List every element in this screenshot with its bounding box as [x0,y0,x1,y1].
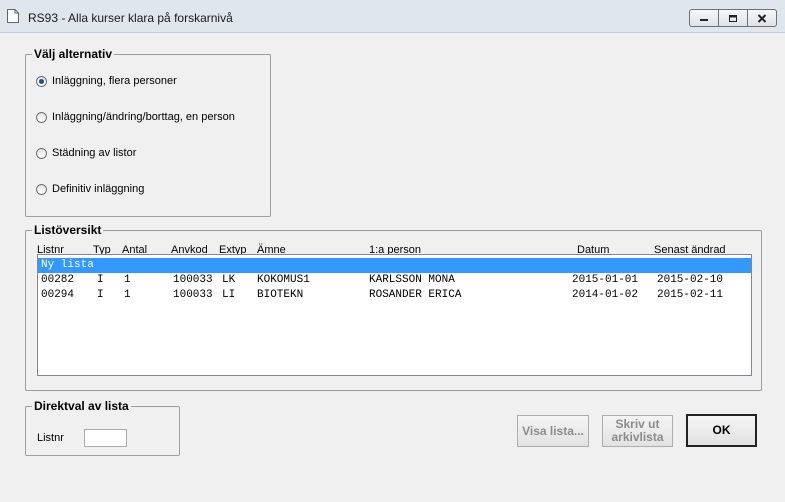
cell-amne: KOKOMUS1 [257,274,310,286]
radio-cleanup[interactable]: Städning av listor [36,147,136,159]
ok-button[interactable]: OK [686,414,757,447]
radio-label: Städning av listor [52,147,137,159]
app-icon [7,9,19,23]
cell-anvkod: 100033 [173,289,213,301]
radio-label: Definitiv inläggning [52,183,145,195]
radio-button[interactable] [36,75,47,87]
window-title: RS93 - Alla kurser klara på forskarnivå [28,11,233,25]
print-archive-list-button[interactable]: Skriv ut arkivlista [602,415,673,447]
cell-senast: 2015-02-11 [657,289,724,301]
maximize-button[interactable] [718,9,748,27]
radio-button[interactable] [36,183,47,195]
cell-datum: 2015-01-01 [572,274,639,286]
list-item[interactable]: 00282 I 1 100033 LK KOKOMUS1 KARLSSON MO… [38,273,751,288]
listnr-label: Listnr [37,432,64,444]
maximize-icon [729,14,737,22]
cell-datum: 2014-01-02 [572,289,639,301]
cell-listnr: 00282 [41,274,75,286]
options-legend: Välj alternativ [34,47,113,61]
new-list-label: Ny lista [41,259,94,271]
cell-typ: I [97,289,104,301]
cell-extyp: LI [222,289,236,301]
overview-legend: Listöversikt [34,223,102,237]
radio-multiple-persons[interactable]: Inläggning, flera personer [36,75,177,87]
listnr-input[interactable] [84,429,127,447]
direct-select-legend: Direktval av lista [34,399,129,413]
radio-label: Inläggning/ändring/borttag, en person [52,111,235,123]
direct-select-group: Direktval av lista [25,399,180,456]
close-icon [757,13,767,23]
cell-amne: BIOTEKN [257,289,304,301]
show-list-label: Visa lista... [522,423,584,438]
print-label-line2: arkivlista [611,430,664,444]
cell-antal: 1 [124,274,131,286]
radio-button[interactable] [36,111,47,123]
radio-single-person[interactable]: Inläggning/ändring/borttag, en person [36,111,235,123]
cell-senast: 2015-02-10 [657,274,724,286]
radio-button[interactable] [36,147,47,159]
list-item[interactable]: 00294 I 1 100033 LI BIOTEKN ROSANDER ERI… [38,288,751,303]
radio-label: Inläggning, flera personer [52,75,177,87]
cell-person: ROSANDER ERICA [369,289,462,301]
ok-label: OK [712,423,731,437]
cell-listnr: 00294 [41,289,75,301]
title-bar: RS93 - Alla kurser klara på forskarnivå [0,0,785,33]
cell-extyp: LK [222,274,236,286]
close-button[interactable] [747,9,777,27]
show-list-button[interactable]: Visa lista... [517,415,589,447]
list-item-new[interactable]: Ny lista [38,258,751,273]
cell-person: KARLSSON MONA [369,274,455,286]
minimize-icon [700,19,708,21]
cell-typ: I [97,274,104,286]
minimize-button[interactable] [689,9,719,27]
cell-anvkod: 100033 [173,274,213,286]
list-overview[interactable]: Ny lista 00282 I 1 100033 LK KOKOMUS1 KA… [37,254,752,376]
radio-definitive[interactable]: Definitiv inläggning [36,183,144,195]
cell-antal: 1 [124,289,131,301]
